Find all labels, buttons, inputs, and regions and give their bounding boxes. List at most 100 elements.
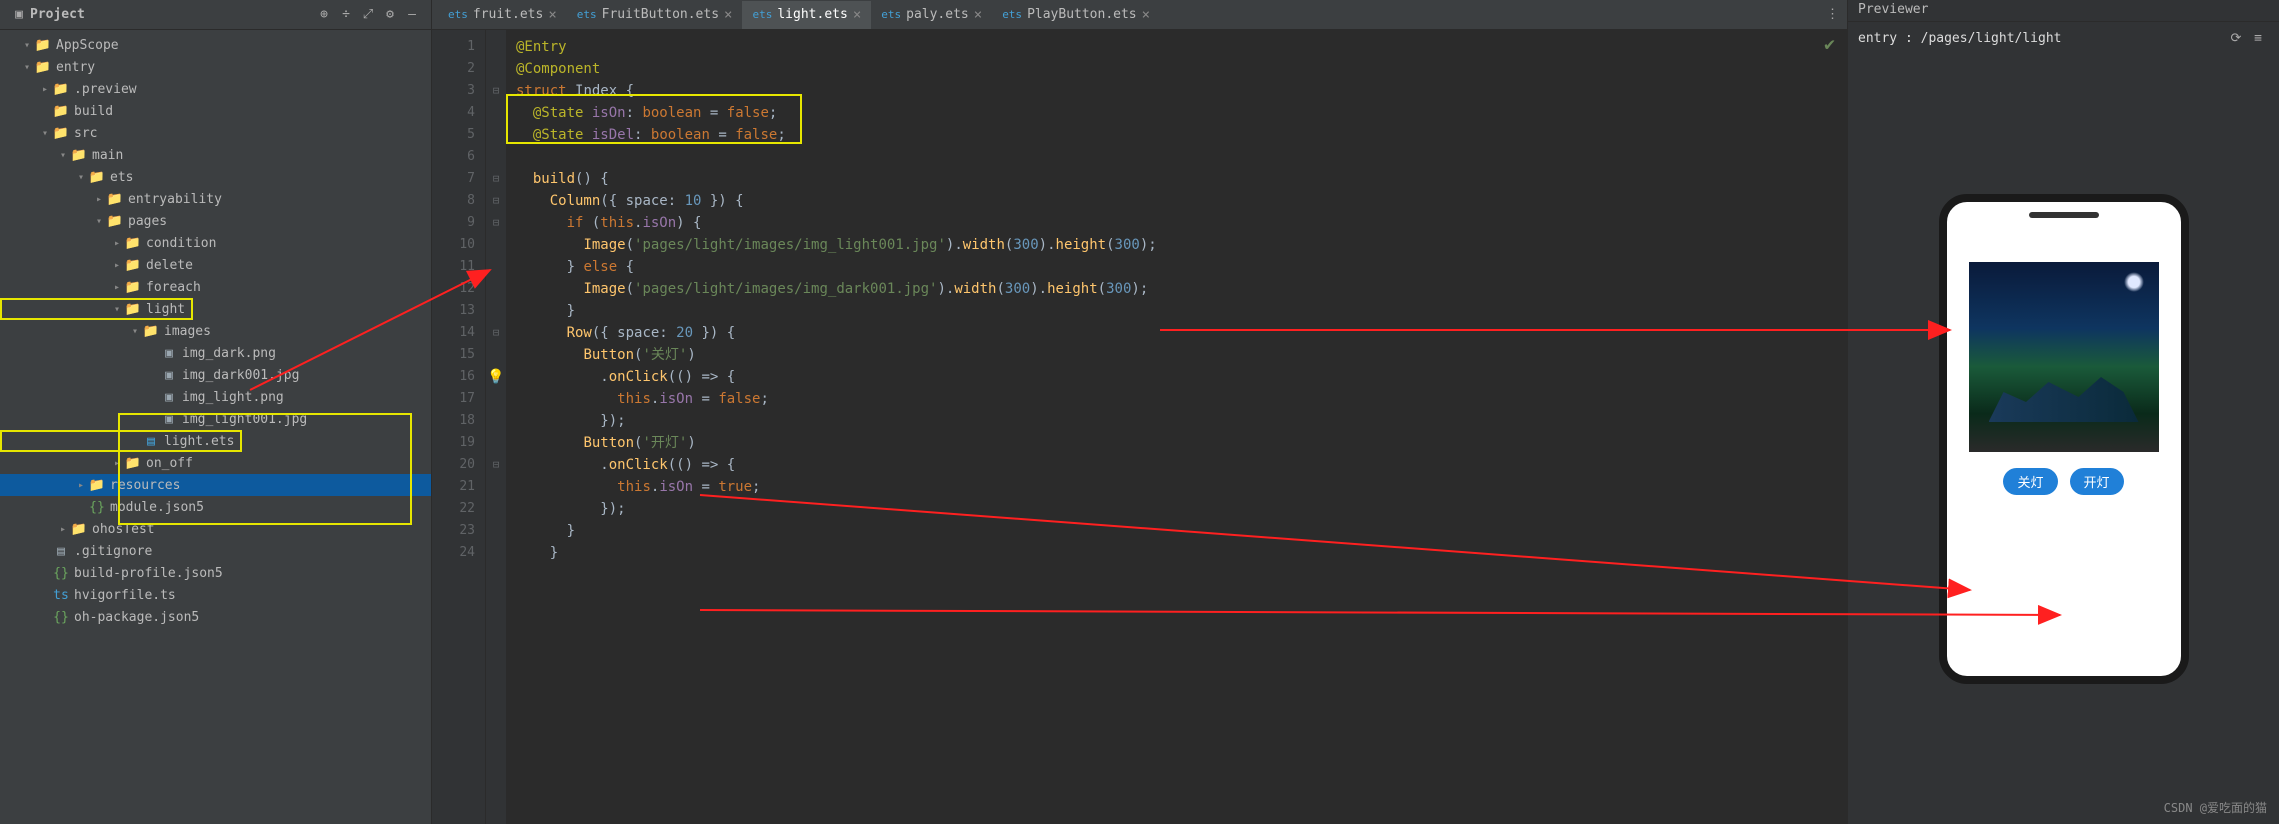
expand-icon[interactable]: ⤢ [357, 4, 379, 26]
chevron-icon[interactable]: ▸ [110, 282, 124, 293]
code-line[interactable]: Button('开灯') [516, 432, 1847, 454]
lightbulb-icon[interactable]: 💡 [487, 366, 504, 388]
tree-item-light-ets[interactable]: ▤light.ets [0, 430, 242, 452]
code-line[interactable]: if (this.isOn) { [516, 212, 1847, 234]
code-line[interactable]: } else { [516, 256, 1847, 278]
close-icon[interactable]: × [1142, 7, 1150, 23]
code-line[interactable]: }); [516, 498, 1847, 520]
fold-icon[interactable]: ⊟ [493, 194, 500, 207]
code-line[interactable]: @State isOn: boolean = false; [516, 102, 1847, 124]
fold-icon[interactable]: ⊟ [493, 84, 500, 97]
code-line[interactable]: @Component [516, 58, 1847, 80]
code-area[interactable]: ✔ @Entry@Componentstruct Index { @State … [506, 30, 1847, 824]
tab-playbutton-ets[interactable]: etsPlayButton.ets× [992, 1, 1160, 29]
tree-item-img-light-png[interactable]: ▣img_light.png [0, 386, 431, 408]
code-line[interactable]: Row({ space: 20 }) { [516, 322, 1847, 344]
tree-item-main[interactable]: ▾📁main [0, 144, 431, 166]
line-number: 1 [432, 36, 475, 58]
tab-fruit-ets[interactable]: etsfruit.ets× [438, 1, 567, 29]
tab-light-ets[interactable]: etslight.ets× [742, 1, 871, 29]
light-off-button[interactable]: 关灯 [2003, 468, 2057, 495]
code-line[interactable]: this.isOn = true; [516, 476, 1847, 498]
chevron-icon[interactable]: ▾ [56, 150, 70, 161]
target-icon[interactable]: ⊕ [313, 4, 335, 26]
tree-item-ets[interactable]: ▾📁ets [0, 166, 431, 188]
close-icon[interactable]: × [853, 7, 861, 23]
fold-icon[interactable]: ⊟ [493, 172, 500, 185]
tree-item-images[interactable]: ▾📁images [0, 320, 431, 342]
code-line[interactable]: } [516, 542, 1847, 564]
collapse-icon[interactable]: ÷ [335, 4, 357, 26]
code-line[interactable]: .onClick(() => { [516, 454, 1847, 476]
close-icon[interactable]: × [974, 7, 982, 23]
close-icon[interactable]: × [548, 7, 556, 23]
tree-item-ohostest[interactable]: ▸📁ohosTest [0, 518, 431, 540]
chevron-icon[interactable]: ▸ [56, 524, 70, 535]
chevron-icon[interactable]: ▾ [74, 172, 88, 183]
chevron-icon[interactable]: ▾ [20, 62, 34, 73]
code-line[interactable]: Column({ space: 10 }) { [516, 190, 1847, 212]
chevron-icon[interactable]: ▾ [92, 216, 106, 227]
code-line[interactable]: @Entry [516, 36, 1847, 58]
tree-item-on-off[interactable]: ▸📁on_off [0, 452, 431, 474]
tree-item-hvigorfile-ts[interactable]: tshvigorfile.ts [0, 584, 431, 606]
tree-item-foreach[interactable]: ▸📁foreach [0, 276, 431, 298]
fold-icon[interactable]: ⊟ [493, 458, 500, 471]
chevron-icon[interactable]: ▸ [38, 84, 52, 95]
settings-icon[interactable]: ⚙ [379, 4, 401, 26]
chevron-icon[interactable]: ▾ [20, 40, 34, 51]
tree-item-resources[interactable]: ▸📁resources [0, 474, 431, 496]
tab-fruitbutton-ets[interactable]: etsFruitButton.ets× [567, 1, 743, 29]
chevron-icon[interactable]: ▾ [38, 128, 52, 139]
tree-item-build-profile-json5[interactable]: {}build-profile.json5 [0, 562, 431, 584]
tree-item--preview[interactable]: ▸📁.preview [0, 78, 431, 100]
tree-item--gitignore[interactable]: ▤.gitignore [0, 540, 431, 562]
code-line[interactable]: } [516, 520, 1847, 542]
tree-item-module-json5[interactable]: {}module.json5 [0, 496, 431, 518]
chevron-icon[interactable]: ▾ [110, 304, 124, 315]
tree-item-src[interactable]: ▾📁src [0, 122, 431, 144]
code-line[interactable]: this.isOn = false; [516, 388, 1847, 410]
reload-icon[interactable]: ⟳ [2225, 27, 2247, 49]
code-line[interactable]: } [516, 300, 1847, 322]
tree-item-build[interactable]: 📁build [0, 100, 431, 122]
tab-paly-ets[interactable]: etspaly.ets× [871, 1, 992, 29]
tree-item-entryability[interactable]: ▸📁entryability [0, 188, 431, 210]
tree-item-delete[interactable]: ▸📁delete [0, 254, 431, 276]
tree-item-light[interactable]: ▾📁light [0, 298, 193, 320]
fold-icon[interactable]: ⊟ [493, 216, 500, 229]
code-line[interactable]: struct Index { [516, 80, 1847, 102]
tree-item-pages[interactable]: ▾📁pages [0, 210, 431, 232]
layers-icon[interactable]: ≡ [2247, 27, 2269, 49]
tree-item-appscope[interactable]: ▾📁AppScope [0, 34, 431, 56]
chevron-icon[interactable]: ▸ [92, 194, 106, 205]
line-number: 22 [432, 498, 475, 520]
hide-icon[interactable]: — [401, 4, 423, 26]
close-icon[interactable]: × [724, 7, 732, 23]
chevron-icon[interactable]: ▸ [110, 260, 124, 271]
code-line[interactable]: @State isDel: boolean = false; [516, 124, 1847, 146]
chevron-icon[interactable]: ▸ [74, 480, 88, 491]
tree-item-img-dark-png[interactable]: ▣img_dark.png [0, 342, 431, 364]
code-line[interactable]: build() { [516, 168, 1847, 190]
tree-label: pages [128, 214, 167, 229]
tree-item-oh-package-json5[interactable]: {}oh-package.json5 [0, 606, 431, 628]
light-on-button[interactable]: 开灯 [2070, 468, 2124, 495]
tree-item-img-light001-jpg[interactable]: ▣img_light001.jpg [0, 408, 431, 430]
chevron-icon[interactable]: ▾ [128, 326, 142, 337]
code-line[interactable]: }); [516, 410, 1847, 432]
tab-menu-icon[interactable]: ⋮ [1826, 7, 1839, 22]
tree-item-condition[interactable]: ▸📁condition [0, 232, 431, 254]
chevron-icon[interactable]: ▸ [110, 238, 124, 249]
code-line[interactable] [516, 146, 1847, 168]
code-line[interactable]: Image('pages/light/images/img_light001.j… [516, 234, 1847, 256]
tree-label: hvigorfile.ts [74, 588, 176, 603]
code-line[interactable]: .onClick(() => { [516, 366, 1847, 388]
code-line[interactable]: Button('关灯') [516, 344, 1847, 366]
tree-item-img-dark001-jpg[interactable]: ▣img_dark001.jpg [0, 364, 431, 386]
chevron-icon[interactable]: ▸ [110, 458, 124, 469]
fold-icon[interactable]: ⊟ [493, 326, 500, 339]
tree-item-entry[interactable]: ▾📁entry [0, 56, 431, 78]
code-line[interactable]: Image('pages/light/images/img_dark001.jp… [516, 278, 1847, 300]
project-tree[interactable]: ▾📁AppScope▾📁entry▸📁.preview📁build▾📁src▾📁… [0, 30, 431, 824]
